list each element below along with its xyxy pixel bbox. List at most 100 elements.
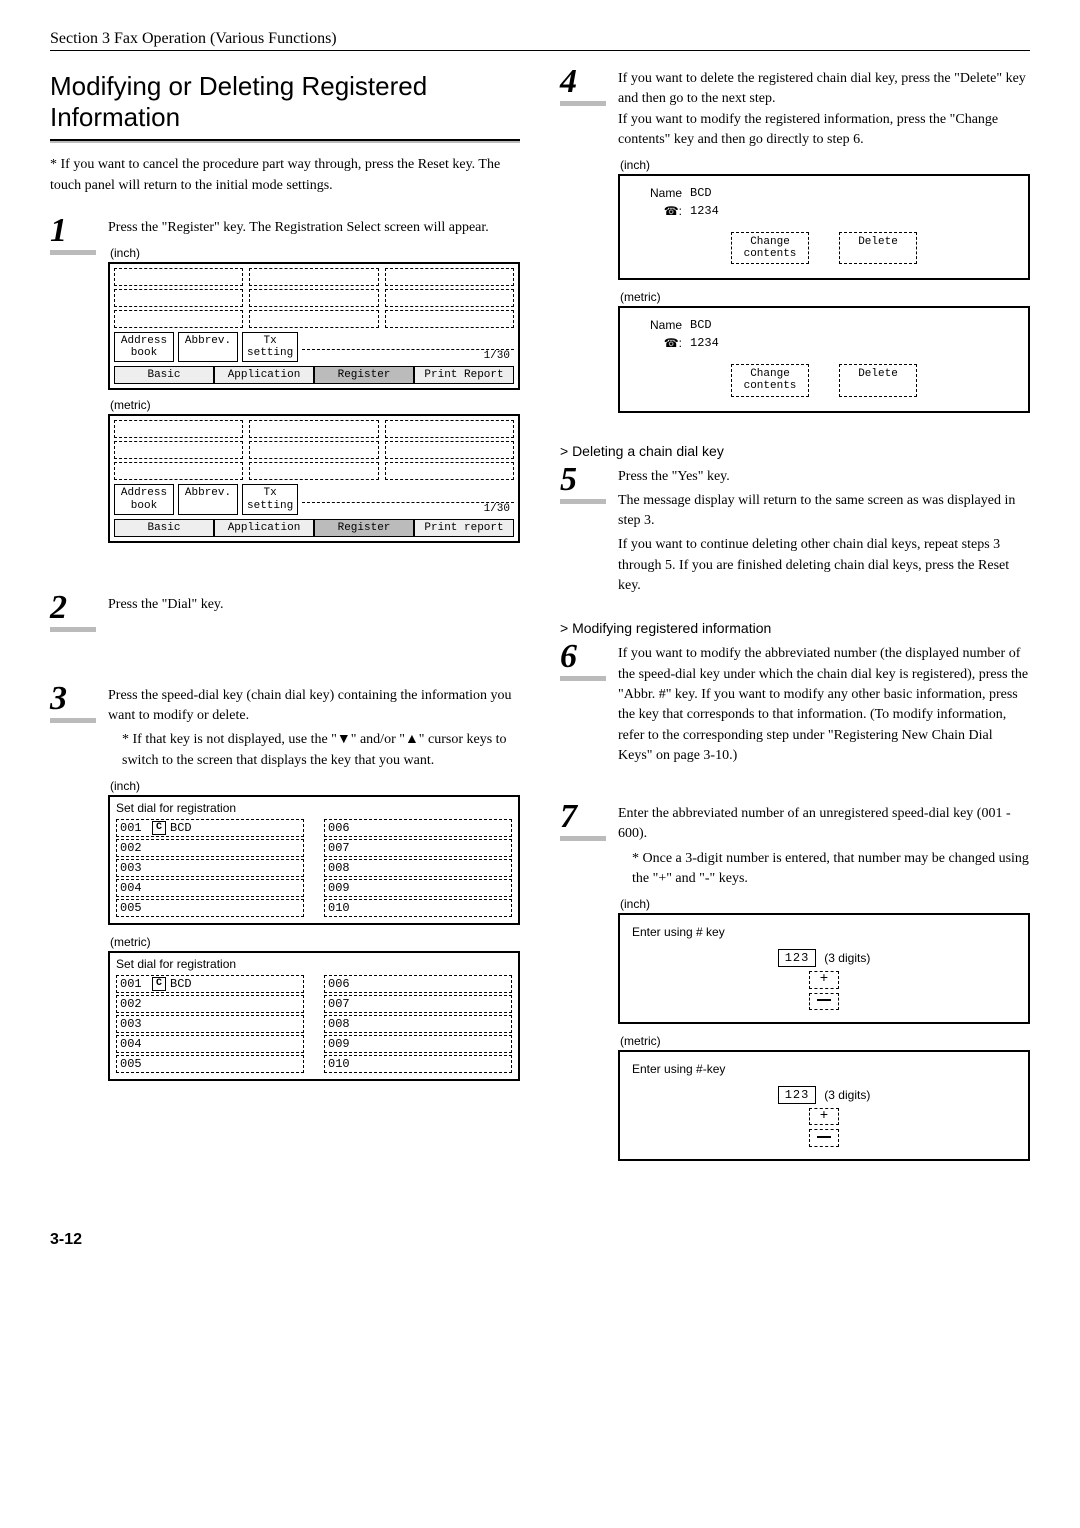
delete-button[interactable]: Delete [839,364,917,396]
step7-note: * Once a 3-digit number is entered, that… [618,849,1030,890]
name-value: BCD [690,318,712,332]
dial-panel-metric: Set dial for registration 001CBCD 002 00… [108,951,520,1081]
dial-key-006[interactable]: 006 [324,819,512,837]
dial-panel-inch: Set dial for registration 001CBCD 002 00… [108,795,520,925]
dial-key-010[interactable]: 010 [324,899,512,917]
dial-key-001[interactable]: 001CBCD [116,975,304,993]
unit-metric-label: (metric) [620,290,1030,304]
dial-panel-title: Set dial for registration [116,801,512,815]
dial-key-002[interactable]: 002 [116,995,304,1013]
number-display: 123 [778,1086,817,1104]
phone-icon [664,204,679,218]
digits-hint: (3 digits) [824,1088,870,1102]
dial-key-007[interactable]: 007 [324,995,512,1013]
unit-inch-label: (inch) [110,779,520,793]
dial-key-006[interactable]: 006 [324,975,512,993]
step5-line3: If you want to continue deleting other c… [618,535,1030,596]
step3-text: Press the speed-dial key (chain dial key… [108,686,520,727]
dial-key-002[interactable]: 002 [116,839,304,857]
minus-button[interactable] [809,1129,839,1146]
enter-panel-inch: Enter using # key 123 (3 digits) + [618,913,1030,1024]
tab-abbrev[interactable]: Abbrev. [178,484,238,514]
step-marker-7: 7 [560,800,606,1171]
unit-inch-label: (inch) [620,897,1030,911]
tab-address-book[interactable]: Address book [114,332,174,362]
phone-value: 1234 [690,336,719,350]
dial-key-005[interactable]: 005 [116,1055,304,1073]
btab-print-report[interactable]: Print report [414,519,514,537]
digits-hint: (3 digits) [824,951,870,965]
step1-text: Press the "Register" key. The Registrati… [108,218,520,238]
name-label: Name [632,186,682,200]
subheading-delete: > Deleting a chain dial key [560,443,1030,459]
cancel-note: * If you want to cancel the procedure pa… [50,155,520,196]
page-counter: 1/30 [302,349,514,362]
plus-button[interactable]: + [809,1108,839,1125]
page-title: Modifying or Deleting Registered Informa… [50,71,520,133]
btab-basic[interactable]: Basic [114,519,214,537]
step4-text: If you want to delete the registered cha… [618,69,1030,150]
dial-key-010[interactable]: 010 [324,1055,512,1073]
unit-metric-label: (metric) [620,1034,1030,1048]
dial-key-007[interactable]: 007 [324,839,512,857]
dial-key-008[interactable]: 008 [324,1015,512,1033]
btab-application[interactable]: Application [214,366,314,384]
title-rule [50,139,520,143]
dial-key-008[interactable]: 008 [324,859,512,877]
minus-button[interactable] [809,993,839,1010]
plus-button[interactable]: + [809,971,839,988]
btab-register[interactable]: Register [314,366,414,384]
section-header: Section 3 Fax Operation (Various Functio… [50,30,1030,51]
enter-panel-metric: Enter using #-key 123 (3 digits) + [618,1050,1030,1161]
enter-prompt: Enter using # key [632,925,1016,939]
btab-basic[interactable]: Basic [114,366,214,384]
unit-metric-label: (metric) [110,935,520,949]
dial-key-009[interactable]: 009 [324,1035,512,1053]
step-marker-5: 5 [560,463,606,601]
register-panel-inch: Address book Abbrev. Tx setting 1/30 Bas… [108,262,520,390]
step-marker-4: 4 [560,65,606,423]
dial-panel-title: Set dial for registration [116,957,512,971]
tab-abbrev[interactable]: Abbrev. [178,332,238,362]
delete-button[interactable]: Delete [839,232,917,264]
step2-text: Press the "Dial" key. [108,595,520,615]
dial-key-004[interactable]: 004 [116,879,304,897]
detail-panel-metric: NameBCD :1234 Change contents Delete [618,306,1030,412]
page-counter: 1/30 [302,502,514,515]
step5-line2: The message display will return to the s… [618,491,1030,532]
dial-key-009[interactable]: 009 [324,879,512,897]
step5-line1: Press the "Yes" key. [618,467,1030,487]
btab-print-report[interactable]: Print Report [414,366,514,384]
number-display: 123 [778,949,817,967]
step-marker-6: 6 [560,640,606,770]
tab-address-book[interactable]: Address book [114,484,174,514]
chain-icon: C [152,821,166,835]
step3-note: * If that key is not displayed, use the … [108,730,520,771]
unit-inch-label: (inch) [620,158,1030,172]
dial-key-003[interactable]: 003 [116,1015,304,1033]
chain-icon: C [152,977,166,991]
btab-application[interactable]: Application [214,519,314,537]
name-value: BCD [690,186,712,200]
step-marker-1: 1 [50,214,96,551]
tab-tx-setting[interactable]: Tx setting [242,332,298,362]
change-contents-button[interactable]: Change contents [731,364,809,396]
dial-key-003[interactable]: 003 [116,859,304,877]
phone-value: 1234 [690,204,719,218]
dial-key-004[interactable]: 004 [116,1035,304,1053]
subheading-modify: > Modifying registered information [560,620,1030,636]
page-number: 3-12 [50,1231,1030,1249]
change-contents-button[interactable]: Change contents [731,232,809,264]
detail-panel-inch: NameBCD :1234 Change contents Delete [618,174,1030,280]
dial-key-005[interactable]: 005 [116,899,304,917]
tab-tx-setting[interactable]: Tx setting [242,484,298,514]
dial-key-001[interactable]: 001CBCD [116,819,304,837]
btab-register[interactable]: Register [314,519,414,537]
step-marker-2: 2 [50,591,96,632]
step-marker-3: 3 [50,682,96,1091]
step6-text: If you want to modify the abbreviated nu… [618,644,1030,766]
unit-metric-label: (metric) [110,398,520,412]
unit-inch-label: (inch) [110,246,520,260]
register-panel-metric: Address book Abbrev. Tx setting 1/30 Bas… [108,414,520,542]
name-label: Name [632,318,682,332]
